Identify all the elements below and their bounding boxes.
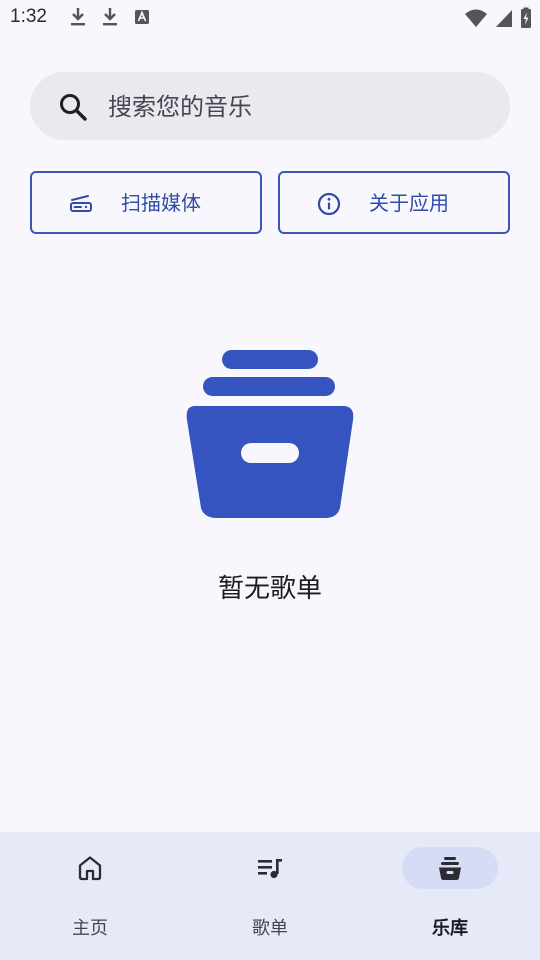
bottom-navigation: 主页 歌单 乐库	[0, 832, 540, 960]
battery-charging-icon	[521, 7, 531, 28]
scan-media-label: 扫描媒体	[121, 191, 201, 215]
about-app-button[interactable]: 关于应用	[278, 171, 510, 234]
playlist-icon	[258, 859, 282, 879]
notification-icons	[68, 6, 152, 28]
nav-label-library: 乐库	[432, 918, 468, 939]
scanner-icon	[70, 195, 92, 212]
nav-label-playlist: 歌单	[252, 918, 288, 939]
info-icon	[317, 192, 341, 216]
archive-box-icon	[186, 350, 354, 518]
download-icon	[71, 8, 85, 26]
download-icon	[103, 8, 117, 26]
keyboard-a-icon	[135, 10, 149, 24]
nav-item-playlist[interactable]: 歌单	[180, 832, 360, 960]
about-app-label: 关于应用	[369, 191, 449, 215]
signal-icon	[496, 10, 512, 27]
scan-media-button[interactable]: 扫描媒体	[30, 171, 262, 234]
search-bar[interactable]: 搜索您的音乐	[30, 72, 510, 140]
search-input[interactable]: 搜索您的音乐	[108, 93, 252, 121]
nav-label-home: 主页	[72, 918, 108, 939]
library-icon	[439, 857, 461, 880]
empty-state-message: 暂无歌单	[217, 574, 322, 604]
status-time: 1:32	[10, 6, 47, 27]
status-bar: 1:32	[0, 0, 540, 36]
nav-item-home[interactable]: 主页	[0, 832, 180, 960]
nav-item-library[interactable]: 乐库	[360, 832, 540, 960]
search-icon[interactable]	[58, 92, 88, 122]
system-icons	[464, 7, 532, 29]
wifi-icon	[465, 9, 487, 27]
home-icon	[78, 856, 102, 881]
